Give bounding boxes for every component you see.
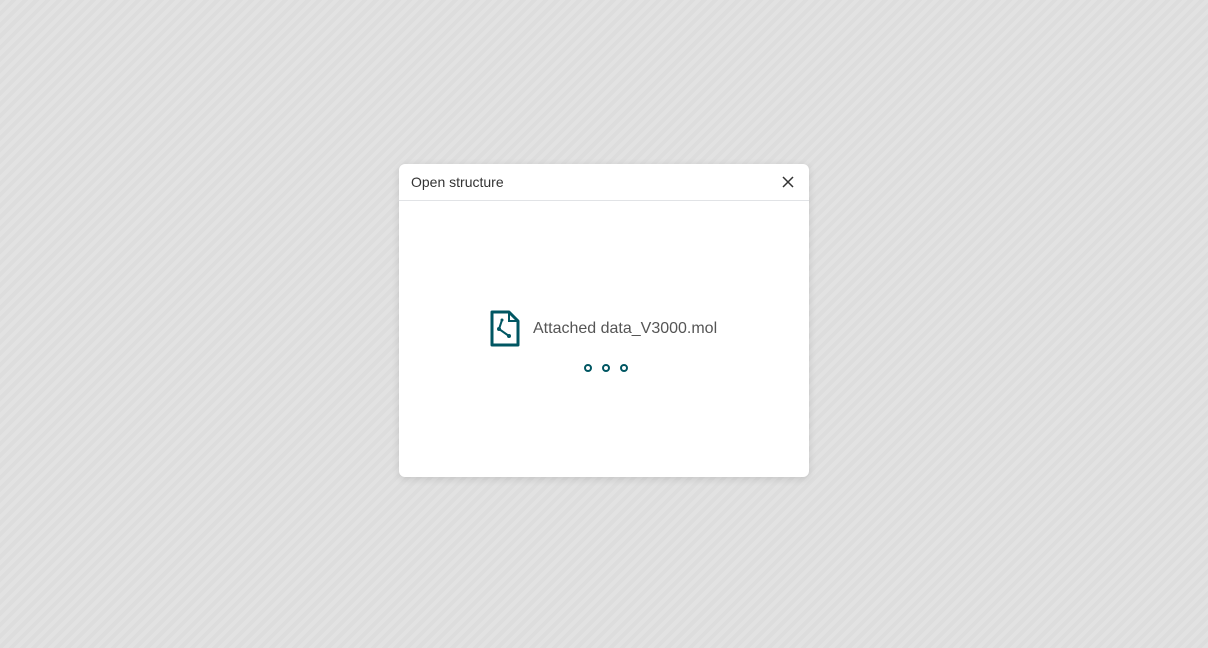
attached-file: Attached data_V3000.mol (490, 310, 717, 347)
loading-dot (602, 364, 610, 372)
loading-dot (584, 364, 592, 372)
close-button[interactable] (779, 173, 797, 191)
loading-dot (620, 364, 628, 372)
structure-file-icon (490, 310, 520, 347)
dialog-header: Open structure (399, 164, 809, 201)
dialog-title: Open structure (411, 174, 504, 190)
open-structure-dialog: Open structure Attached data_V3000.mol (399, 164, 809, 477)
close-icon (782, 176, 794, 188)
file-name: Attached data_V3000.mol (533, 319, 718, 337)
loading-indicator (584, 364, 628, 372)
